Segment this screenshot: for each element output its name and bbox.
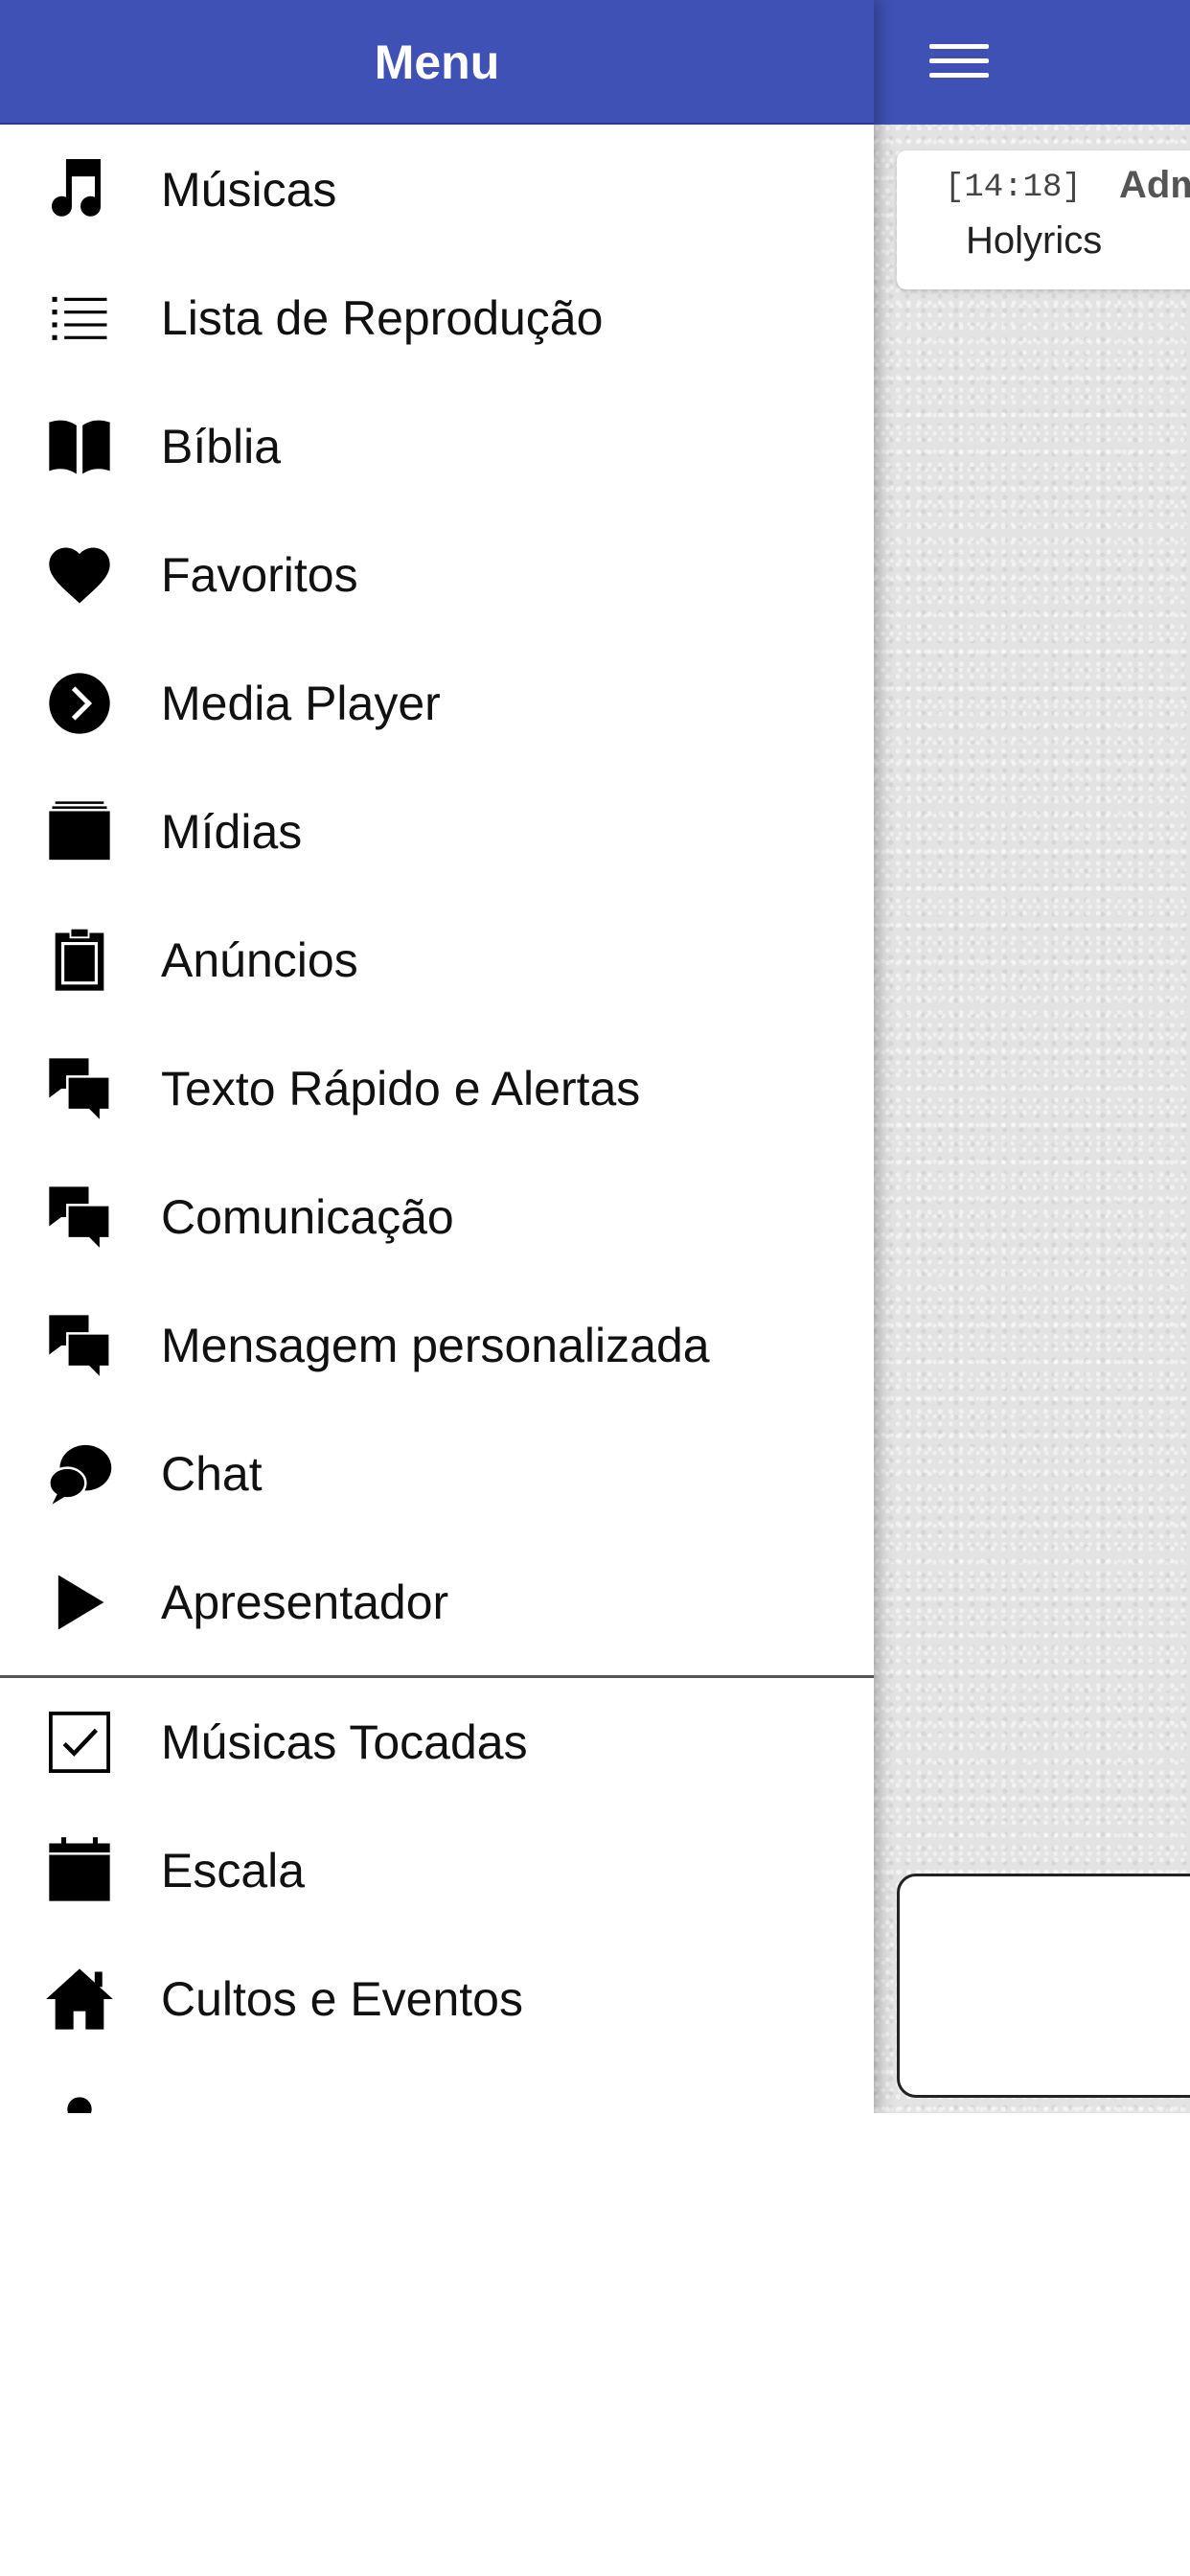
menu-item-label: Mensagem personalizada: [161, 1319, 710, 1372]
menu-item-escala[interactable]: Escala: [0, 1806, 874, 1935]
menu-item-label: Comunicação: [161, 1190, 454, 1244]
media-stack-icon: [38, 799, 121, 864]
menu-item-favoritos[interactable]: Favoritos: [0, 511, 874, 639]
hamburger-menu-icon[interactable]: [920, 31, 1002, 94]
menu-item-mensagem-personalizada[interactable]: Mensagem personalizada: [0, 1281, 874, 1410]
menu-item-biblia[interactable]: Bíblia: [0, 382, 874, 511]
menu-item-label: Mídias: [161, 805, 303, 859]
chat-bubbles-icon: [38, 1056, 121, 1125]
menu-item-label: Cultos e Eventos: [161, 1972, 523, 2026]
menu-item-label: Lista de Reprodução: [161, 291, 604, 345]
home-icon: [38, 1966, 121, 2032]
music-note-icon: [38, 157, 121, 222]
checkbox-icon: [38, 1710, 121, 1775]
menu-item-media-player[interactable]: Media Player: [0, 639, 874, 768]
chat-message-author: Adm: [1119, 164, 1190, 206]
calendar-icon: [38, 1837, 121, 1903]
menu-item-musicas-tocadas[interactable]: Músicas Tocadas: [0, 1678, 874, 1806]
menu-item-comunicacao[interactable]: Comunicação: [0, 1153, 874, 1281]
heart-icon: [38, 542, 121, 608]
clipboard-icon: [38, 927, 121, 993]
menu-item-label: Chat: [161, 1447, 263, 1501]
drawer-title: Menu: [374, 35, 500, 89]
person-icon: [38, 2095, 121, 2113]
book-icon: [38, 414, 121, 479]
menu-item-label: Favoritos: [161, 548, 358, 602]
menu-item-playlist[interactable]: Lista de Reprodução: [0, 254, 874, 382]
list-icon: [38, 286, 121, 351]
message-input[interactable]: [897, 1874, 1190, 2098]
menu-item-label: Anúncios: [161, 933, 358, 987]
menu-item-chat[interactable]: Chat: [0, 1410, 874, 1538]
menu-item-label: Músicas Tocadas: [161, 1715, 528, 1769]
play-circle-icon: [38, 671, 121, 736]
chat-bubbles-icon: [38, 1184, 121, 1254]
chat-bubbles-icon: [38, 1313, 121, 1382]
menu-item-partial[interactable]: [0, 2063, 874, 2113]
app-viewport: [14:18] Adm Holyrics Menu Músicas Lista …: [0, 0, 1190, 2113]
menu-item-label: Escala: [161, 1844, 306, 1898]
play-icon: [38, 1570, 121, 1635]
menu-item-midias[interactable]: Mídias: [0, 768, 874, 896]
chat-message-time: [14:18]: [945, 170, 1082, 206]
menu-item-label: Texto Rápido e Alertas: [161, 1062, 641, 1116]
menu-item-texto-rapido[interactable]: Texto Rápido e Alertas: [0, 1024, 874, 1153]
navigation-drawer: Menu Músicas Lista de Reprodução Bíblia …: [0, 0, 874, 2113]
menu-item-label: Media Player: [161, 677, 441, 730]
chat-message-text: Holyrics: [966, 219, 1103, 262]
menu-item-apresentador[interactable]: Apresentador: [0, 1538, 874, 1667]
menu-item-label: Músicas: [161, 163, 337, 217]
chat-icon: [38, 1441, 121, 1506]
menu-item-label: Apresentador: [161, 1576, 449, 1629]
chat-message-card: [14:18] Adm Holyrics: [897, 150, 1190, 289]
menu-item-cultos-eventos[interactable]: Cultos e Eventos: [0, 1935, 874, 2063]
menu-item-musicas[interactable]: Músicas: [0, 126, 874, 254]
menu-item-label: Bíblia: [161, 420, 282, 473]
menu-item-anuncios[interactable]: Anúncios: [0, 896, 874, 1024]
drawer-header: Menu: [0, 0, 874, 125]
